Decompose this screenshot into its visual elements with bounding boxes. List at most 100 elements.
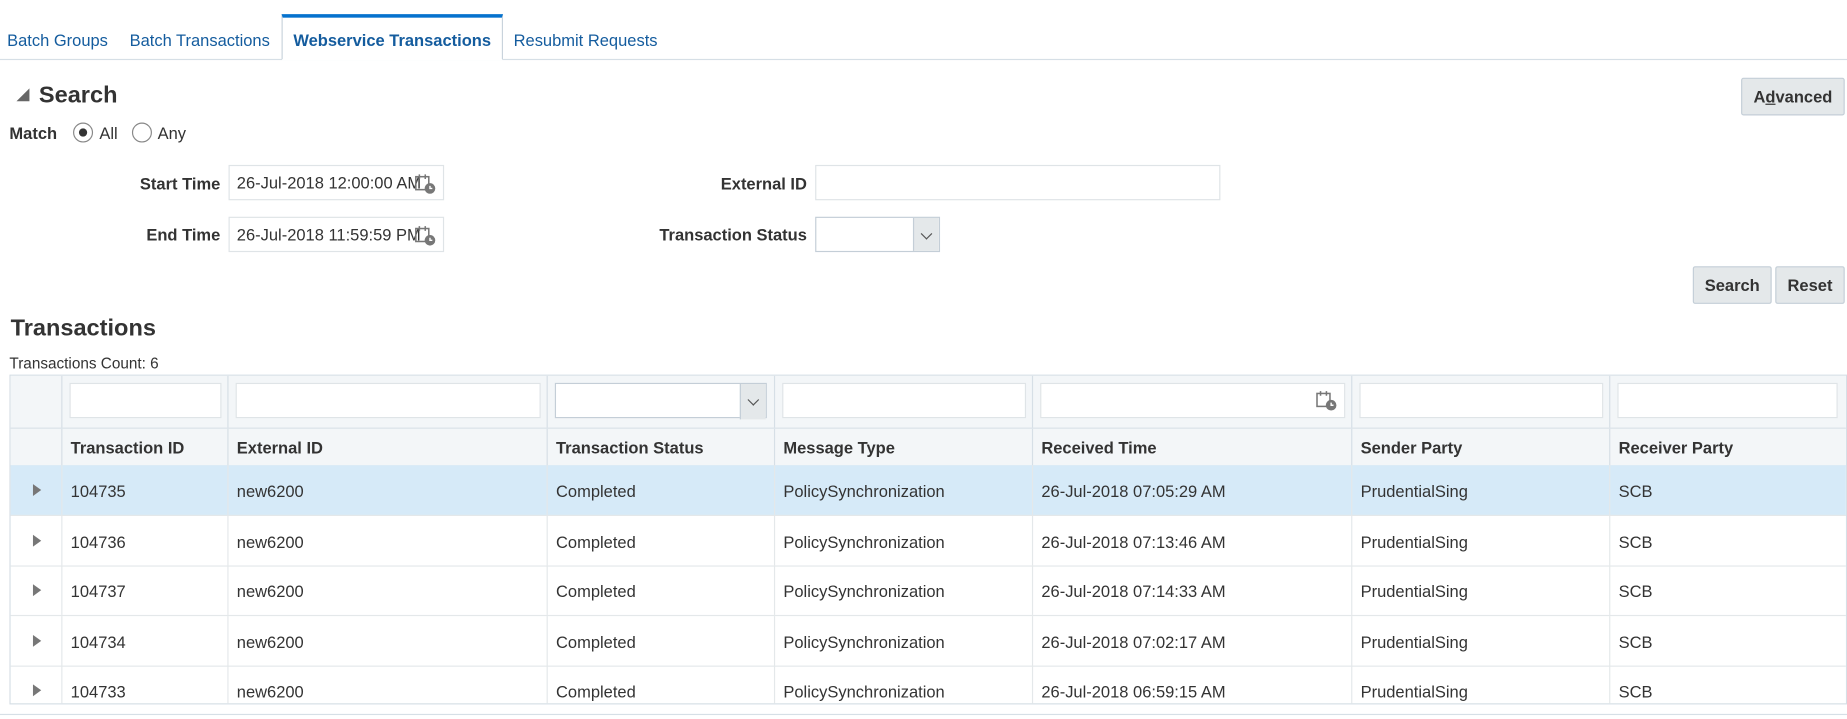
filter-row (10, 375, 1846, 429)
row-expander[interactable] (11, 666, 62, 704)
received-time-cell: 26-Jul-2018 07:14:33 AM (1031, 565, 1351, 615)
transaction-status-filter[interactable] (554, 382, 767, 420)
message-type-cell: PolicySynchronization (773, 616, 1032, 666)
calendar-icon[interactable] (415, 225, 436, 246)
column-header-transaction-id[interactable]: Transaction ID (61, 428, 227, 466)
filter-cell (1609, 375, 1846, 428)
column-header-transaction-status[interactable]: Transaction Status (546, 428, 774, 466)
start-time-field[interactable]: 26-Jul-2018 12:00:00 AM (228, 164, 445, 201)
external-id-input[interactable] (815, 164, 1221, 201)
receiver-party-cell: SCB (1609, 465, 1846, 515)
tab-batch-groups[interactable]: Batch Groups (0, 14, 115, 58)
row-expander[interactable] (11, 616, 62, 665)
match-any-label[interactable]: Any (158, 124, 186, 143)
calendar-icon[interactable] (1316, 390, 1337, 411)
start-time-value: 26-Jul-2018 12:00:00 AM (236, 173, 422, 193)
search-section-header[interactable]: Search (16, 82, 117, 109)
transactions-count: Transactions Count: 6 (9, 354, 159, 373)
match-label: Match (9, 123, 58, 143)
filter-cell (1031, 375, 1351, 428)
table-row[interactable]: 104737 new6200 Completed PolicySynchroni… (10, 565, 1846, 617)
message-type-cell: PolicySynchronization (773, 465, 1032, 515)
received-time-cell: 26-Jul-2018 06:59:15 AM (1031, 665, 1351, 704)
row-expander[interactable] (11, 516, 62, 565)
reset-button[interactable]: Reset (1775, 266, 1845, 304)
search-button[interactable]: Search (1692, 266, 1772, 304)
expand-row-icon[interactable] (32, 684, 42, 697)
calendar-icon[interactable] (415, 173, 436, 194)
advanced-label-part: A (1753, 87, 1766, 107)
filter-cell (61, 375, 227, 428)
external-id-filter[interactable] (235, 382, 541, 419)
dropdown-button[interactable] (739, 384, 766, 420)
chevron-down-icon (920, 228, 933, 240)
transaction-status-label: Transaction Status (659, 224, 807, 244)
transaction-status-select[interactable] (815, 216, 941, 253)
end-time-value: 26-Jul-2018 11:59:59 PM (236, 224, 421, 244)
transaction-id-filter[interactable] (69, 382, 222, 419)
message-type-cell: PolicySynchronization (773, 515, 1032, 566)
sender-party-cell: PrudentialSing (1351, 665, 1609, 704)
transaction-id-cell: 104733 (61, 665, 227, 704)
start-time-label: Start Time (139, 174, 221, 194)
dropdown-button[interactable] (912, 217, 939, 251)
sender-party-cell: PrudentialSing (1351, 515, 1609, 566)
message-type-filter[interactable] (782, 382, 1027, 419)
table-header-row: Transaction ID External ID Transaction S… (10, 428, 1846, 467)
page: Batch Groups Batch Transactions Webservi… (0, 0, 1847, 719)
advanced-button[interactable]: Advanced (1741, 77, 1845, 116)
received-time-filter[interactable] (1040, 382, 1346, 419)
transaction-status-cell: Completed (546, 665, 774, 704)
row-expander[interactable] (11, 465, 62, 514)
chevron-down-icon (747, 394, 760, 406)
receiver-party-cell: SCB (1609, 665, 1846, 704)
expand-row-icon[interactable] (32, 534, 42, 547)
transactions-table: Transaction ID External ID Transaction S… (9, 374, 1847, 705)
disclosure-triangle-icon[interactable] (16, 88, 30, 102)
advanced-label-accesskey: d (1765, 87, 1776, 107)
sender-party-cell: PrudentialSing (1351, 565, 1609, 615)
table-row[interactable]: 104735 new6200 Completed PolicySynchroni… (10, 465, 1846, 516)
table-row[interactable]: 104734 new6200 Completed PolicySynchroni… (10, 616, 1846, 667)
table-row[interactable]: 104733 new6200 Completed PolicySynchroni… (11, 665, 1846, 704)
sender-party-cell: PrudentialSing (1351, 465, 1609, 515)
transaction-id-cell: 104735 (61, 465, 227, 515)
column-header-received-time[interactable]: Received Time (1031, 428, 1351, 466)
transaction-status-cell: Completed (546, 465, 774, 515)
match-all-label[interactable]: All (99, 124, 117, 143)
received-time-cell: 26-Jul-2018 07:05:29 AM (1031, 465, 1351, 515)
transaction-id-cell: 104737 (61, 565, 227, 615)
match-radio-group: Match All Any (9, 122, 195, 143)
tab-resubmit-requests[interactable]: Resubmit Requests (507, 14, 665, 58)
column-header-external-id[interactable]: External ID (227, 428, 546, 466)
divider (0, 713, 1847, 716)
external-id-cell: new6200 (227, 565, 546, 615)
end-time-label: End Time (146, 224, 221, 244)
transaction-id-cell: 104734 (61, 616, 227, 666)
column-header-receiver-party[interactable]: Receiver Party (1609, 428, 1846, 466)
receiver-party-filter[interactable] (1617, 382, 1838, 419)
external-id-cell: new6200 (227, 515, 546, 566)
expand-row-icon[interactable] (32, 484, 42, 496)
expand-row-icon[interactable] (32, 584, 42, 597)
sender-party-filter[interactable] (1359, 382, 1604, 419)
filter-cell (1351, 375, 1609, 428)
transaction-status-cell: Completed (546, 616, 774, 666)
row-expander[interactable] (11, 565, 62, 614)
received-time-cell: 26-Jul-2018 07:02:17 AM (1031, 616, 1351, 666)
column-header-message-type[interactable]: Message Type (773, 428, 1032, 466)
external-id-cell: new6200 (227, 465, 546, 515)
table-row[interactable]: 104736 new6200 Completed PolicySynchroni… (10, 515, 1846, 567)
expand-row-icon[interactable] (32, 634, 42, 647)
tab-webservice-transactions[interactable]: Webservice Transactions (281, 14, 503, 61)
receiver-party-cell: SCB (1609, 565, 1846, 615)
column-header-sender-party[interactable]: Sender Party (1351, 428, 1609, 466)
transaction-id-cell: 104736 (61, 515, 227, 566)
external-id-cell: new6200 (227, 616, 546, 666)
transaction-status-cell: Completed (546, 515, 774, 566)
match-all-radio[interactable] (73, 122, 94, 143)
tab-batch-transactions[interactable]: Batch Transactions (123, 14, 277, 58)
match-any-radio[interactable] (131, 122, 152, 143)
end-time-field[interactable]: 26-Jul-2018 11:59:59 PM (228, 216, 445, 253)
tab-bar: Batch Groups Batch Transactions Webservi… (0, 14, 1847, 61)
